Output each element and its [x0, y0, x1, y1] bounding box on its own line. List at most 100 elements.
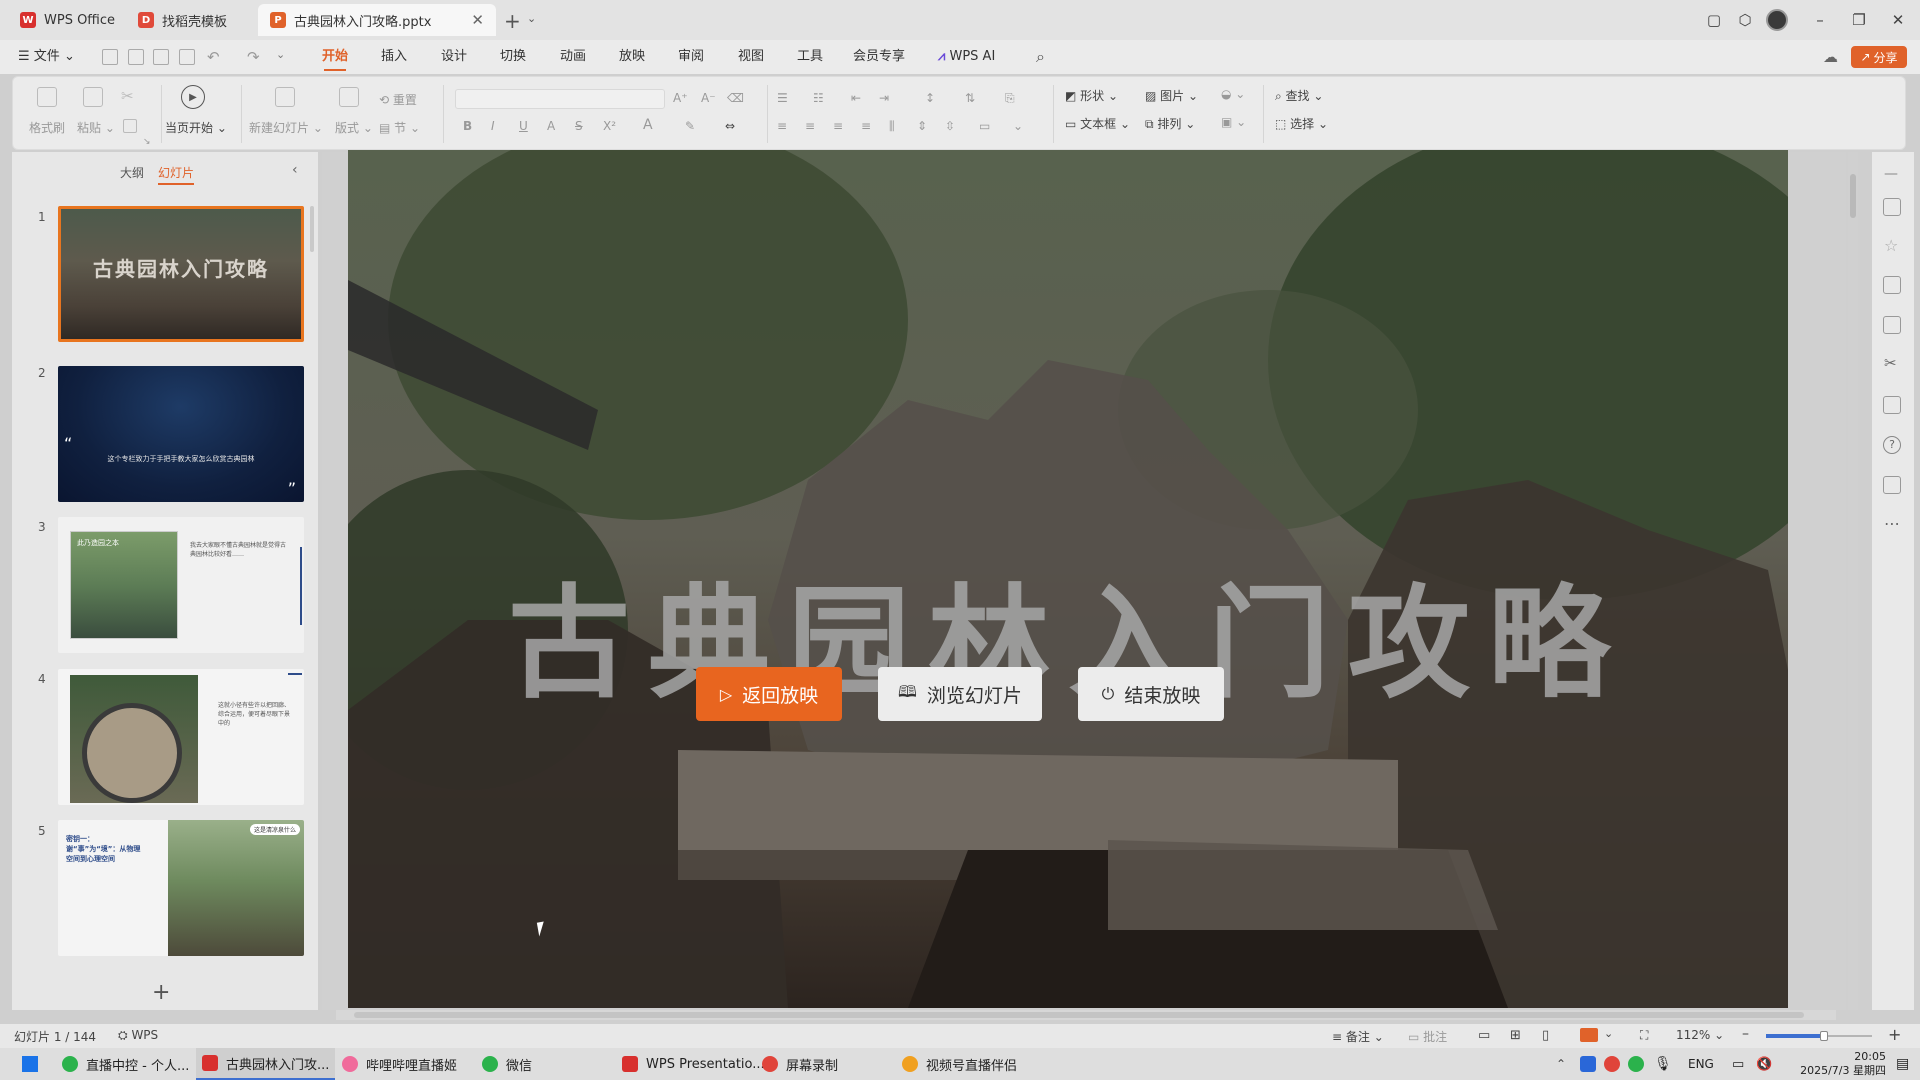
- line-spacing-icon[interactable]: ↕: [925, 91, 935, 105]
- bullets-icon[interactable]: ☰: [777, 91, 788, 105]
- zoom-out-icon[interactable]: –: [1742, 1026, 1749, 1042]
- taskbar-item[interactable]: 屏幕录制: [762, 1048, 838, 1080]
- export-icon[interactable]: [128, 49, 144, 65]
- tab-slides[interactable]: 幻灯片: [158, 164, 195, 185]
- notification-icon[interactable]: ▤: [1896, 1048, 1909, 1080]
- align-left-icon[interactable]: ≡: [777, 119, 787, 133]
- tab-home[interactable]: 开始: [322, 40, 348, 74]
- highlight-icon[interactable]: ✎: [685, 119, 695, 133]
- close-window-icon[interactable]: ✕: [1886, 8, 1910, 32]
- layout-button[interactable]: 版式 ⌄: [335, 119, 373, 136]
- select-button[interactable]: ⬚ 选择 ⌄: [1275, 115, 1328, 132]
- find-button[interactable]: ⌕ 查找 ⌄: [1275, 87, 1323, 104]
- copy-slide-icon[interactable]: [1883, 276, 1901, 294]
- taskbar-item[interactable]: 微信: [482, 1048, 532, 1080]
- tab-outline[interactable]: 大纲: [120, 164, 144, 181]
- scroll-thumb[interactable]: [354, 1012, 1804, 1018]
- zoom-level[interactable]: 112% ⌄: [1676, 1028, 1724, 1042]
- tools-icon[interactable]: ✂: [1884, 354, 1897, 372]
- shape-button[interactable]: ◩ 形状 ⌄: [1065, 87, 1118, 104]
- zoom-slider[interactable]: [1766, 1031, 1872, 1041]
- quick-access-chevron-icon[interactable]: ⌄: [276, 48, 285, 61]
- reader-icon[interactable]: [1883, 396, 1901, 414]
- resume-slideshow-button[interactable]: ▷ 返回放映: [696, 667, 842, 721]
- window-layout-icon[interactable]: ▢: [1702, 8, 1726, 32]
- increase-font-icon[interactable]: A⁺: [673, 91, 688, 105]
- notes-button[interactable]: ≡ 备注 ⌄: [1332, 1028, 1384, 1045]
- text-direction-icon[interactable]: ⇅: [965, 91, 975, 105]
- new-tab-icon[interactable]: +: [504, 9, 521, 33]
- font-color-icon[interactable]: A: [643, 117, 653, 133]
- volume-muted-icon[interactable]: 🔇: [1756, 1048, 1772, 1080]
- start-button[interactable]: [22, 1048, 38, 1080]
- cube-icon[interactable]: ⬡: [1733, 8, 1757, 32]
- font-family-select[interactable]: [455, 89, 665, 109]
- browse-slides-button[interactable]: 🕮 浏览幻灯片: [878, 667, 1042, 721]
- avatar[interactable]: [1766, 9, 1788, 31]
- properties-icon[interactable]: [1883, 198, 1901, 216]
- minimize-icon[interactable]: –: [1808, 8, 1832, 32]
- section-button[interactable]: ▤ 节 ⌄: [379, 119, 420, 136]
- columns-icon[interactable]: ⫼: [889, 119, 895, 134]
- canvas-vertical-scrollbar[interactable]: [1848, 152, 1858, 1010]
- print-preview-icon[interactable]: [179, 49, 195, 65]
- underline-icon[interactable]: U: [519, 119, 528, 133]
- format-painter-button[interactable]: 格式刷: [29, 119, 65, 136]
- textbox-button[interactable]: ▭ 文本框 ⌄: [1065, 115, 1130, 132]
- vertical-align-icon[interactable]: ⇕: [917, 119, 927, 133]
- language-indicator[interactable]: ENG: [1688, 1048, 1714, 1080]
- clear-format-icon[interactable]: ⌫: [727, 91, 744, 105]
- star-icon[interactable]: ☆: [1884, 236, 1898, 255]
- collapse-sidebar-icon[interactable]: —: [1884, 166, 1898, 182]
- italic-icon[interactable]: I: [491, 119, 495, 133]
- tab-wps-ai[interactable]: ⩘ WPS AI: [938, 40, 995, 74]
- paste-icon[interactable]: [83, 87, 103, 107]
- wps-status[interactable]: ⛭ WPS: [118, 1028, 158, 1043]
- tab-view[interactable]: 视图: [738, 40, 764, 74]
- taskbar-item-active[interactable]: 古典园林入门攻...: [196, 1048, 336, 1080]
- taskbar-item[interactable]: WPS Presentatio...: [622, 1048, 765, 1080]
- scroll-thumb[interactable]: [1850, 174, 1856, 218]
- add-slide-button[interactable]: +: [152, 980, 170, 1005]
- fill-icon[interactable]: ◒ ⌄: [1221, 87, 1245, 101]
- undo-icon[interactable]: ↶: [207, 48, 220, 66]
- zoom-in-icon[interactable]: +: [1888, 1025, 1901, 1044]
- tab-transitions[interactable]: 切换: [500, 40, 526, 74]
- tray-app-icon[interactable]: [1604, 1048, 1620, 1080]
- file-menu[interactable]: ☰ 文件 ⌄: [18, 40, 75, 74]
- tab-design[interactable]: 设计: [441, 40, 467, 74]
- new-slide-icon[interactable]: [275, 87, 295, 107]
- align-center-icon[interactable]: ≡: [805, 119, 815, 133]
- picture-button[interactable]: ▨ 图片 ⌄: [1145, 87, 1198, 104]
- slide-thumb-2[interactable]: “ 这个专栏致力于手把手教大家怎么欣赏古典园林 ”: [58, 366, 304, 502]
- outline-icon[interactable]: ▣ ⌄: [1221, 115, 1246, 129]
- cloud-sync-icon[interactable]: ☁: [1823, 48, 1838, 66]
- clipboard-expand-icon[interactable]: ↘: [143, 137, 151, 147]
- tab-active-document[interactable]: P 古典园林入门攻略.pptx ✕: [258, 4, 496, 36]
- slide-thumb-5[interactable]: 密钥一：谢“事”为“境”：从物理空间到心理空间 这是清凉泉什么: [58, 820, 304, 956]
- clock[interactable]: 20:05 2025/7/3 星期四: [1796, 1050, 1886, 1078]
- robot-icon[interactable]: [1883, 476, 1901, 494]
- text-box-align-icon[interactable]: ▭: [979, 119, 990, 133]
- decrease-font-icon[interactable]: A⁻: [701, 91, 716, 105]
- taskbar-item[interactable]: 哔哩哔哩直播姬: [342, 1048, 457, 1080]
- end-slideshow-button[interactable]: ⏻ 结束放映: [1078, 667, 1224, 721]
- more-icon[interactable]: ⋯: [1884, 514, 1900, 533]
- slide-thumb-4[interactable]: 这就小径有些许以把回廊、综合运用，便可着尽眼下景中的: [58, 669, 304, 805]
- restore-icon[interactable]: ❐: [1847, 8, 1871, 32]
- network-icon[interactable]: ▭: [1732, 1048, 1744, 1080]
- microphone-icon[interactable]: 🎙: [1654, 1048, 1672, 1080]
- shadow-text-icon[interactable]: A: [547, 119, 555, 133]
- superscript-icon[interactable]: X²: [603, 119, 616, 133]
- char-spacing-icon[interactable]: ⇔: [725, 119, 735, 133]
- play-from-current-button[interactable]: 当页开始 ⌄: [165, 119, 227, 136]
- justify-icon[interactable]: ≡: [861, 119, 871, 133]
- comment-button[interactable]: ▭ 批注: [1408, 1028, 1447, 1045]
- taskbar-item[interactable]: 视频号直播伴侣: [902, 1048, 1017, 1080]
- more-paragraph-icon[interactable]: ⌄: [1013, 119, 1023, 133]
- picture-tool-icon[interactable]: [1883, 316, 1901, 334]
- strikethrough-icon[interactable]: S: [575, 119, 583, 133]
- normal-view-icon[interactable]: ▭: [1478, 1028, 1490, 1043]
- slide-thumb-1[interactable]: 古典园林入门攻略: [58, 206, 304, 342]
- arrange-button[interactable]: ⧉ 排列 ⌄: [1145, 115, 1195, 132]
